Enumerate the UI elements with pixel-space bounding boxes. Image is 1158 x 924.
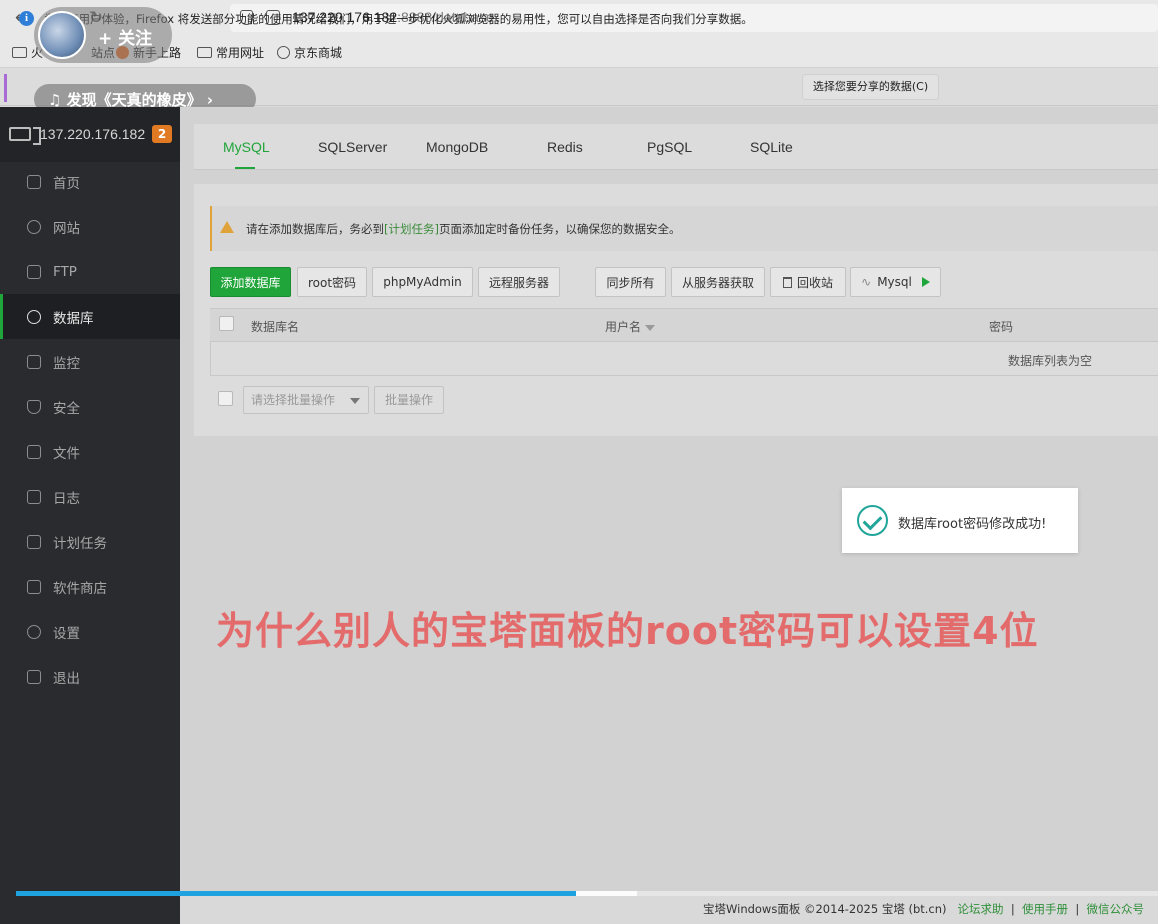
- tab-mysql[interactable]: MySQL: [223, 139, 270, 155]
- manual-link[interactable]: 使用手册: [1022, 902, 1068, 916]
- sidebar-item-label: 安全: [53, 400, 80, 417]
- folder-icon: [197, 47, 212, 58]
- tab-sqlserver[interactable]: SQLServer: [318, 139, 387, 155]
- sidebar-item-label: 计划任务: [53, 535, 107, 552]
- warning-text: 请在添加数据库后，务必到[计划任务]页面添加定时备份任务，以确保您的数据安全。: [246, 222, 681, 236]
- empty-table-text: 数据库列表为空: [1008, 354, 1093, 368]
- logout-icon: [27, 669, 41, 684]
- log-icon: [27, 489, 41, 504]
- tab-mongodb[interactable]: MongoDB: [426, 139, 488, 155]
- sidebar-item-website[interactable]: 网站: [0, 204, 180, 249]
- forum-link[interactable]: 论坛求助: [958, 902, 1004, 916]
- sidebar-item-label: 文件: [53, 445, 80, 462]
- remote-server-button[interactable]: 远程服务器: [478, 267, 560, 297]
- cron-link[interactable]: [计划任务]: [384, 222, 439, 236]
- sidebar-item-app-store[interactable]: 软件商店: [0, 564, 180, 609]
- trash-icon: [782, 276, 792, 288]
- mysql-label: Mysql: [877, 275, 912, 289]
- notice-accent: [4, 74, 7, 102]
- column-password[interactable]: 密码: [989, 318, 1013, 335]
- play-icon: [921, 277, 930, 287]
- sidebar-item-cron[interactable]: 计划任务: [0, 519, 180, 564]
- batch-checkbox[interactable]: [218, 391, 233, 406]
- warning-icon: [220, 221, 234, 233]
- home-icon: [27, 174, 41, 189]
- sidebar-item-logs[interactable]: 日志: [0, 474, 180, 519]
- batch-action-button[interactable]: 批量操作: [374, 386, 444, 414]
- monitor-icon: [9, 127, 41, 145]
- folder-icon: [12, 47, 27, 58]
- sidebar-item-label: 退出: [53, 670, 80, 687]
- sidebar-item-ftp[interactable]: FTP: [0, 249, 180, 294]
- mysql-service-button[interactable]: ∿ Mysql: [850, 267, 941, 297]
- toast-message: 数据库root密码修改成功!: [898, 517, 1047, 532]
- bookmark-common-sites[interactable]: 常用网址: [197, 44, 264, 61]
- sidebar-item-files[interactable]: 文件: [0, 429, 180, 474]
- footer-text: 宝塔Windows面板 ©2014-2025 宝塔 (bt.cn) 论坛求助 |…: [703, 902, 1145, 916]
- plus-icon: +: [98, 29, 119, 49]
- gear-icon: [27, 624, 41, 639]
- follow-button[interactable]: + 关注: [98, 24, 152, 49]
- avatar[interactable]: [38, 11, 86, 59]
- notification-badge[interactable]: 2: [152, 125, 172, 143]
- plug-icon: ∿: [861, 275, 872, 289]
- folder-icon: [27, 444, 41, 459]
- ftp-icon: [27, 264, 41, 279]
- add-database-button[interactable]: 添加数据库: [210, 267, 291, 297]
- sort-caret-icon: [645, 324, 656, 331]
- globe-icon: [27, 219, 41, 234]
- tab-redis[interactable]: Redis: [547, 139, 583, 155]
- sidebar-item-label: 日志: [53, 490, 80, 507]
- fetch-from-server-button[interactable]: 从服务器获取: [671, 267, 765, 297]
- choose-data-button[interactable]: 选择您要分享的数据(C): [802, 74, 939, 100]
- recycle-bin-button[interactable]: 回收站: [770, 267, 846, 297]
- phpmyadmin-button[interactable]: phpMyAdmin: [372, 267, 473, 297]
- batch-action-select[interactable]: 请选择批量操作: [243, 386, 369, 414]
- shield-icon: [27, 399, 41, 414]
- sidebar: 137.220.176.182 2 首页 网站 FTP 数据库 监控 安全 文件…: [0, 107, 180, 924]
- video-caption: 为什么别人的宝塔面板的root密码可以设置4位: [216, 609, 1039, 653]
- check-circle-icon: [857, 505, 888, 536]
- sidebar-item-label: 软件商店: [53, 580, 107, 597]
- sidebar-item-monitor[interactable]: 监控: [0, 339, 180, 384]
- chevron-down-icon: [350, 398, 360, 404]
- tab-sqlite[interactable]: SQLite: [750, 139, 793, 155]
- wechat-link[interactable]: 微信公众号: [1087, 902, 1145, 916]
- recycle-bin-label: 回收站: [796, 275, 833, 290]
- sidebar-item-home[interactable]: 首页: [0, 159, 180, 204]
- column-username[interactable]: 用户名: [605, 318, 656, 335]
- grid-icon: [27, 579, 41, 594]
- sidebar-item-label: 监控: [53, 355, 80, 372]
- sidebar-item-label: 网站: [53, 220, 80, 237]
- tab-pgsql[interactable]: PgSQL: [647, 139, 692, 155]
- video-progress-fill[interactable]: [16, 891, 576, 896]
- globe-icon: [277, 46, 290, 59]
- table-header: [210, 308, 1158, 342]
- sidebar-item-label: FTP: [53, 263, 77, 280]
- monitor-chart-icon: [27, 354, 41, 369]
- database-icon: [27, 309, 41, 324]
- calendar-icon: [27, 534, 41, 549]
- select-all-checkbox[interactable]: [219, 316, 234, 331]
- info-icon: i: [19, 11, 34, 26]
- server-header[interactable]: 137.220.176.182 2: [0, 107, 180, 162]
- server-ip: 137.220.176.182: [40, 126, 146, 142]
- sync-all-button[interactable]: 同步所有: [595, 267, 666, 297]
- column-db-name[interactable]: 数据库名: [251, 318, 299, 335]
- sidebar-item-database[interactable]: 数据库: [0, 294, 180, 339]
- sidebar-item-label: 设置: [53, 625, 80, 642]
- active-tab-indicator: [235, 167, 255, 169]
- sidebar-item-logout[interactable]: 退出: [0, 654, 180, 699]
- sidebar-item-label: 数据库: [53, 310, 94, 327]
- sidebar-item-security[interactable]: 安全: [0, 384, 180, 429]
- sidebar-item-label: 首页: [53, 175, 80, 192]
- root-password-button[interactable]: root密码: [297, 267, 367, 297]
- sidebar-item-settings[interactable]: 设置: [0, 609, 180, 654]
- bookmark-jd[interactable]: 京东商城: [277, 44, 342, 61]
